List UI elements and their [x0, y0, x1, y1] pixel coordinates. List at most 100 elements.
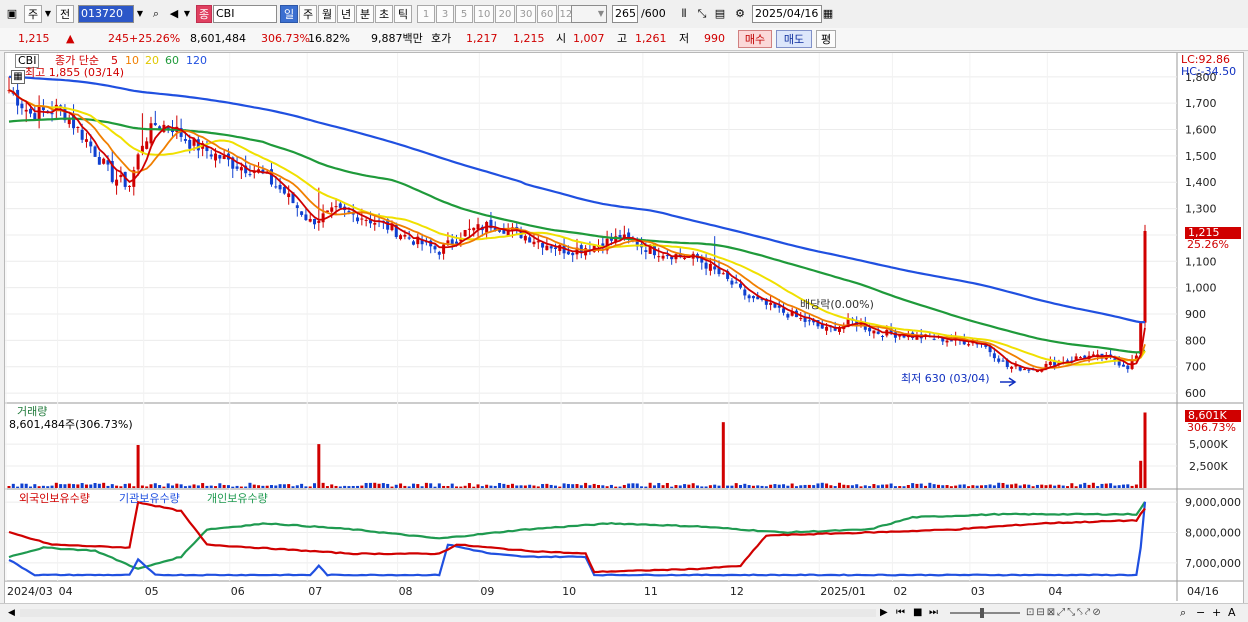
- candle-body: [683, 257, 687, 259]
- candle-body: [433, 246, 437, 250]
- volume-bar: [321, 482, 325, 488]
- prev-button[interactable]: 전: [56, 5, 74, 23]
- buy-button[interactable]: 매수: [738, 30, 772, 48]
- last-icon[interactable]: ⏭: [929, 606, 938, 620]
- volume-bar: [622, 484, 626, 488]
- code-input[interactable]: 013720: [78, 5, 134, 23]
- speaker-icon[interactable]: ◀: [166, 5, 182, 23]
- sell-button[interactable]: 매도: [776, 30, 812, 48]
- volume-bar: [562, 483, 566, 488]
- volume-bar: [532, 485, 536, 488]
- play-icon[interactable]: ▶: [880, 606, 888, 620]
- zoom-out-icon[interactable]: −: [1196, 606, 1205, 620]
- tab-month[interactable]: 월: [318, 5, 336, 23]
- interval-dropdown-icon[interactable]: ▼: [595, 5, 607, 23]
- volume-bar: [958, 484, 962, 488]
- chart-svg[interactable]: 6007008009001,0001,1001,2001,3001,4001,5…: [5, 53, 1243, 603]
- candle-icon[interactable]: ⫴: [676, 5, 692, 23]
- interval-20[interactable]: 20: [495, 5, 515, 23]
- code-dropdown-icon[interactable]: ▼: [134, 5, 146, 23]
- volume-bar: [11, 483, 15, 488]
- volume-bar: [50, 485, 54, 488]
- draw-line-icon[interactable]: ⤡: [694, 5, 710, 23]
- candle-body: [549, 246, 553, 249]
- volume-bar: [93, 482, 97, 488]
- calendar-icon[interactable]: ▦: [820, 5, 836, 23]
- volume-bar: [906, 485, 910, 488]
- volume-bar: [924, 485, 928, 488]
- volume-bar: [446, 486, 450, 488]
- volume-bar: [773, 484, 777, 488]
- window-icon[interactable]: ▣: [4, 5, 20, 23]
- date-input[interactable]: 2025/04/16: [752, 5, 822, 23]
- zoom-in-icon[interactable]: ⌕: [1180, 606, 1186, 620]
- candle-body: [945, 340, 949, 343]
- volume-bar: [717, 485, 721, 488]
- grid-icon[interactable]: ▦: [11, 70, 25, 84]
- plus-icon[interactable]: +: [1212, 606, 1221, 620]
- bottom-scroll-bar: ◀ ▶ ⏮ ■ ⏭ ⊡⊟⊠⤢⤡⤣⤤⊘ ⌕ − + A: [0, 603, 1248, 622]
- x-tick-label: 07: [308, 585, 322, 598]
- speaker-dropdown-icon[interactable]: ▼: [182, 5, 192, 23]
- volume-bar: [338, 486, 342, 488]
- eval-button[interactable]: 평: [816, 30, 836, 48]
- volume-bar: [265, 485, 269, 488]
- volume-bar: [291, 486, 295, 488]
- interval-5[interactable]: 5: [455, 5, 473, 23]
- volume-bar: [498, 482, 502, 488]
- stock-name-field[interactable]: CBI: [213, 5, 277, 23]
- gear-icon[interactable]: ⚙: [732, 5, 748, 23]
- zoom-slider-handle[interactable]: [980, 608, 984, 618]
- volume-bar: [747, 485, 751, 488]
- volume-bar: [967, 486, 971, 488]
- period-day-button[interactable]: 주: [24, 5, 42, 23]
- volume-bar: [295, 485, 299, 488]
- scrollbar-track[interactable]: [20, 609, 876, 617]
- individual-holdings-line: [8, 500, 1146, 574]
- interval-3[interactable]: 3: [436, 5, 454, 23]
- volume-bar: [790, 483, 794, 488]
- volume-bar: [381, 483, 385, 488]
- volume-bar: [244, 486, 248, 488]
- candle-body: [721, 273, 725, 275]
- zoom-slider[interactable]: [950, 612, 1020, 614]
- candle-body: [274, 186, 278, 188]
- tab-second[interactable]: 초: [375, 5, 393, 23]
- interval-60[interactable]: 60: [537, 5, 557, 23]
- x-tick-label: 03: [971, 585, 985, 598]
- legend-ma120: 120: [186, 54, 207, 67]
- tab-year[interactable]: 년: [337, 5, 355, 23]
- chart-area[interactable]: 6007008009001,0001,1001,2001,3001,4001,5…: [4, 52, 1244, 604]
- search-icon[interactable]: ⌕: [148, 5, 164, 23]
- count-input[interactable]: 265: [612, 5, 638, 23]
- volume-bar: [179, 484, 183, 488]
- tab-week[interactable]: 주: [299, 5, 317, 23]
- volume-bar: [317, 444, 321, 488]
- holdings-tick-label: 7,000,000: [1185, 557, 1241, 570]
- font-icon[interactable]: A: [1228, 606, 1236, 620]
- volume-bar: [1027, 484, 1031, 488]
- interval-10[interactable]: 10: [474, 5, 494, 23]
- candle-body: [644, 250, 648, 252]
- volume-bar: [89, 484, 93, 488]
- volume-bar: [618, 486, 622, 488]
- candle-body: [334, 206, 338, 208]
- tab-minute[interactable]: 분: [356, 5, 374, 23]
- interval-30[interactable]: 30: [516, 5, 536, 23]
- drawing-tools-icon[interactable]: ⊡⊟⊠⤢⤡⤣⤤⊘: [1026, 606, 1103, 620]
- candle-body: [708, 263, 712, 271]
- volume-bar: [674, 485, 678, 488]
- volume-bar: [153, 483, 157, 488]
- tab-tick[interactable]: 틱: [394, 5, 412, 23]
- stop-icon[interactable]: ■: [913, 606, 922, 620]
- first-icon[interactable]: ⏮: [896, 606, 905, 620]
- candle-body: [1001, 360, 1005, 362]
- interval-1[interactable]: 1: [417, 5, 435, 23]
- tab-day[interactable]: 일: [280, 5, 298, 23]
- chevron-down-icon[interactable]: ▼: [42, 5, 54, 23]
- volume-value: 8,601,484: [190, 32, 246, 45]
- volume-bar: [416, 484, 420, 488]
- save-icon[interactable]: ▤: [712, 5, 728, 23]
- volume-bar: [661, 485, 665, 488]
- scroll-left-icon[interactable]: ◀: [8, 607, 16, 619]
